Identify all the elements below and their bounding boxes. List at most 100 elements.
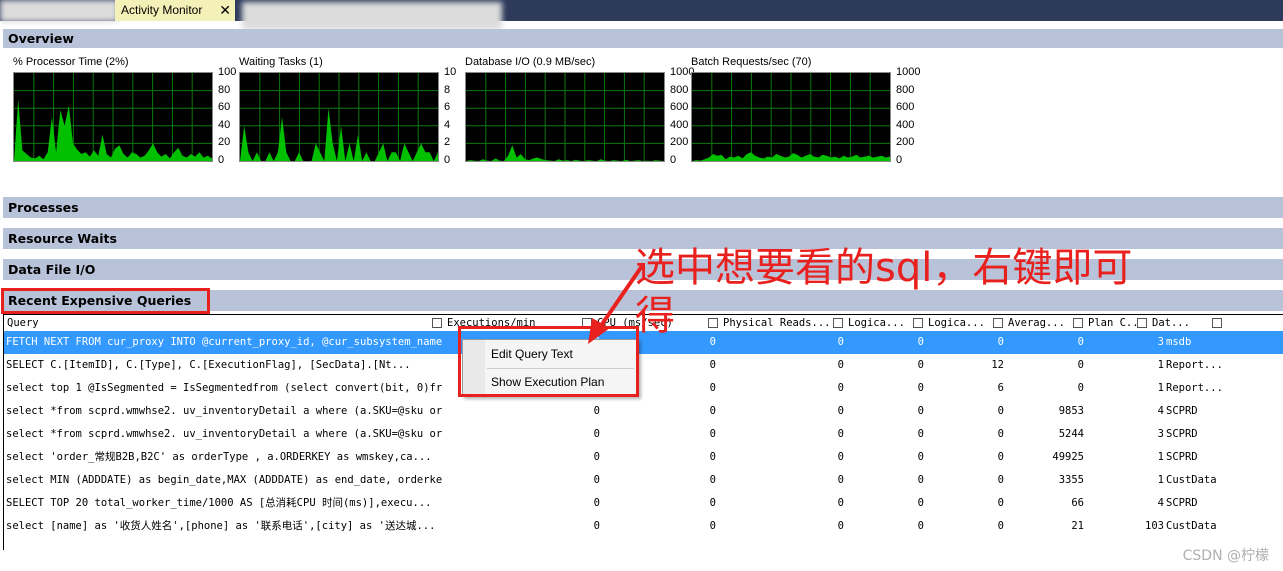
graph-tick-label: 800 bbox=[896, 83, 915, 96]
graph-title: Waiting Tasks (1) bbox=[239, 56, 323, 68]
table-cell: 0 bbox=[997, 405, 1004, 417]
graph-tick-label: 200 bbox=[670, 136, 689, 149]
tab-activity-monitor[interactable]: Activity Monitor ✕ bbox=[115, 0, 235, 21]
table-cell: 0 bbox=[709, 428, 716, 440]
table-cell: 1 bbox=[1157, 382, 1164, 394]
graph-tick-label: 1000 bbox=[896, 66, 921, 78]
table-row[interactable]: SELECT C.[ItemID], C.[Type], C.[Executio… bbox=[4, 354, 1283, 377]
table-cell: select top 1 @IsSegmented = IsSegmentedf… bbox=[6, 382, 442, 394]
table-cell: 0 bbox=[917, 497, 924, 509]
filter-checkbox-icon[interactable] bbox=[1137, 318, 1147, 328]
table-cell: 0 bbox=[1077, 359, 1084, 371]
table-cell: 0 bbox=[997, 497, 1004, 509]
table-cell: Report... bbox=[1166, 359, 1223, 371]
table-cell: 0 bbox=[917, 359, 924, 371]
graph-tick-label: 10 bbox=[444, 66, 457, 78]
table-cell: CustData bbox=[1166, 474, 1217, 486]
table-cell: 0 bbox=[837, 428, 844, 440]
column-header[interactable]: Dat... bbox=[1149, 315, 1224, 331]
table-cell: 0 bbox=[917, 428, 924, 440]
graph-tick-label: 0 bbox=[670, 154, 677, 166]
graph-tick-label: 400 bbox=[670, 118, 689, 131]
blurred-tab bbox=[0, 0, 118, 22]
table-cell: 0 bbox=[709, 405, 716, 417]
table-cell: 0 bbox=[593, 520, 600, 532]
table-cell: 0 bbox=[593, 405, 600, 417]
table-row[interactable]: select *from scprd.wmwhse2. uv_inventory… bbox=[4, 423, 1283, 446]
column-header-label: Query bbox=[7, 317, 39, 329]
table-cell: 3 bbox=[1157, 428, 1164, 440]
graph-tick-label: 20 bbox=[218, 136, 231, 149]
table-cell: 9853 bbox=[1058, 405, 1084, 417]
table-cell: 0 bbox=[837, 405, 844, 417]
table-cell: 1 bbox=[1157, 474, 1164, 486]
graph-plot bbox=[13, 72, 213, 162]
graph-tick-label: 600 bbox=[670, 101, 689, 114]
section-resource-waits-label: Resource Waits bbox=[8, 231, 117, 246]
recent-queries-grid: Query Executions/min CPU (ms/sec) Physical … bbox=[3, 314, 1283, 550]
graph-tick-label: 4 bbox=[444, 118, 451, 131]
table-cell: Report... bbox=[1166, 382, 1223, 394]
graph-title: Database I/O (0.9 MB/sec) bbox=[465, 56, 596, 68]
graph-tick-label: 0 bbox=[218, 154, 225, 166]
table-row[interactable]: select top 1 @IsSegmented = IsSegmentedf… bbox=[4, 377, 1283, 400]
graph-tick-label: 400 bbox=[896, 118, 915, 131]
graph-tick-label: 800 bbox=[670, 83, 689, 96]
section-overview[interactable]: Overview bbox=[3, 29, 1283, 49]
table-cell: SCPRD bbox=[1166, 497, 1198, 509]
table-cell: 0 bbox=[917, 405, 924, 417]
table-cell: 0 bbox=[709, 382, 716, 394]
table-row[interactable]: SELECT TOP 20 total_worker_time/1000 AS … bbox=[4, 492, 1283, 515]
table-cell: 0 bbox=[593, 474, 600, 486]
table-cell: 0 bbox=[917, 451, 924, 463]
table-cell: 103 bbox=[1145, 520, 1164, 532]
graph-plot bbox=[239, 72, 439, 162]
graph-tick-label: 600 bbox=[896, 101, 915, 114]
table-row[interactable]: select [name] as '收货人姓名',[phone] as '联系电… bbox=[4, 515, 1283, 538]
blurred-tab bbox=[242, 2, 502, 30]
graph-plot bbox=[691, 72, 891, 162]
table-cell: SCPRD bbox=[1166, 405, 1198, 417]
table-cell: 0 bbox=[837, 474, 844, 486]
section-processes-label: Processes bbox=[8, 200, 79, 215]
highlight-box-section bbox=[1, 288, 210, 314]
section-processes[interactable]: Processes bbox=[3, 197, 1283, 219]
filter-checkbox-icon[interactable] bbox=[432, 318, 442, 328]
table-cell: 0 bbox=[709, 497, 716, 509]
table-cell: select [name] as '收货人姓名',[phone] as '联系电… bbox=[6, 520, 436, 532]
table-cell: SELECT TOP 20 total_worker_time/1000 AS … bbox=[6, 497, 432, 509]
table-cell: 0 bbox=[1077, 382, 1084, 394]
column-header[interactable]: Query bbox=[4, 315, 444, 331]
table-row[interactable]: select *from scprd.wmwhse2. uv_inventory… bbox=[4, 400, 1283, 423]
filter-checkbox-icon[interactable] bbox=[1212, 318, 1222, 328]
table-cell: 0 bbox=[917, 474, 924, 486]
table-cell: 0 bbox=[997, 451, 1004, 463]
graph-tick-label: 80 bbox=[218, 83, 231, 96]
table-row[interactable]: select 'order_常规B2B,B2C' as orderType , … bbox=[4, 446, 1283, 469]
annotation-line-1: 选中想要看的sql，右键即可 bbox=[635, 245, 1133, 291]
graph-tick-label: 0 bbox=[896, 154, 903, 166]
table-cell: 4 bbox=[1157, 405, 1164, 417]
table-cell: 1 bbox=[1157, 359, 1164, 371]
column-header-label: Dat... bbox=[1152, 317, 1190, 329]
table-cell: 0 bbox=[593, 451, 600, 463]
graph-tick-label: 100 bbox=[218, 66, 237, 78]
table-cell: 0 bbox=[593, 428, 600, 440]
table-cell: 21 bbox=[1071, 520, 1084, 532]
graph-y-axis: 1000 800 600 400 200 0 bbox=[896, 66, 926, 166]
table-cell: select *from scprd.wmwhse2. uv_inventory… bbox=[6, 405, 442, 417]
table-cell: 0 bbox=[709, 474, 716, 486]
annotation-text: 选中想要看的sql，右键即可 得 bbox=[635, 244, 1132, 340]
annotation-line-2: 得 bbox=[635, 293, 675, 339]
close-icon[interactable]: ✕ bbox=[219, 0, 231, 20]
table-cell: FETCH NEXT FROM cur_proxy INTO @current_… bbox=[6, 336, 442, 348]
table-cell: 0 bbox=[837, 520, 844, 532]
arrow-head bbox=[588, 318, 610, 344]
graph-title: % Processor Time (2%) bbox=[13, 56, 129, 68]
table-cell: 0 bbox=[837, 451, 844, 463]
graph-tick-label: 8 bbox=[444, 83, 451, 96]
table-cell: select MIN (ADDDATE) as begin_date,MAX (… bbox=[6, 474, 442, 486]
table-cell: 12 bbox=[991, 359, 1004, 371]
table-cell: 0 bbox=[917, 520, 924, 532]
table-row[interactable]: select MIN (ADDDATE) as begin_date,MAX (… bbox=[4, 469, 1283, 492]
